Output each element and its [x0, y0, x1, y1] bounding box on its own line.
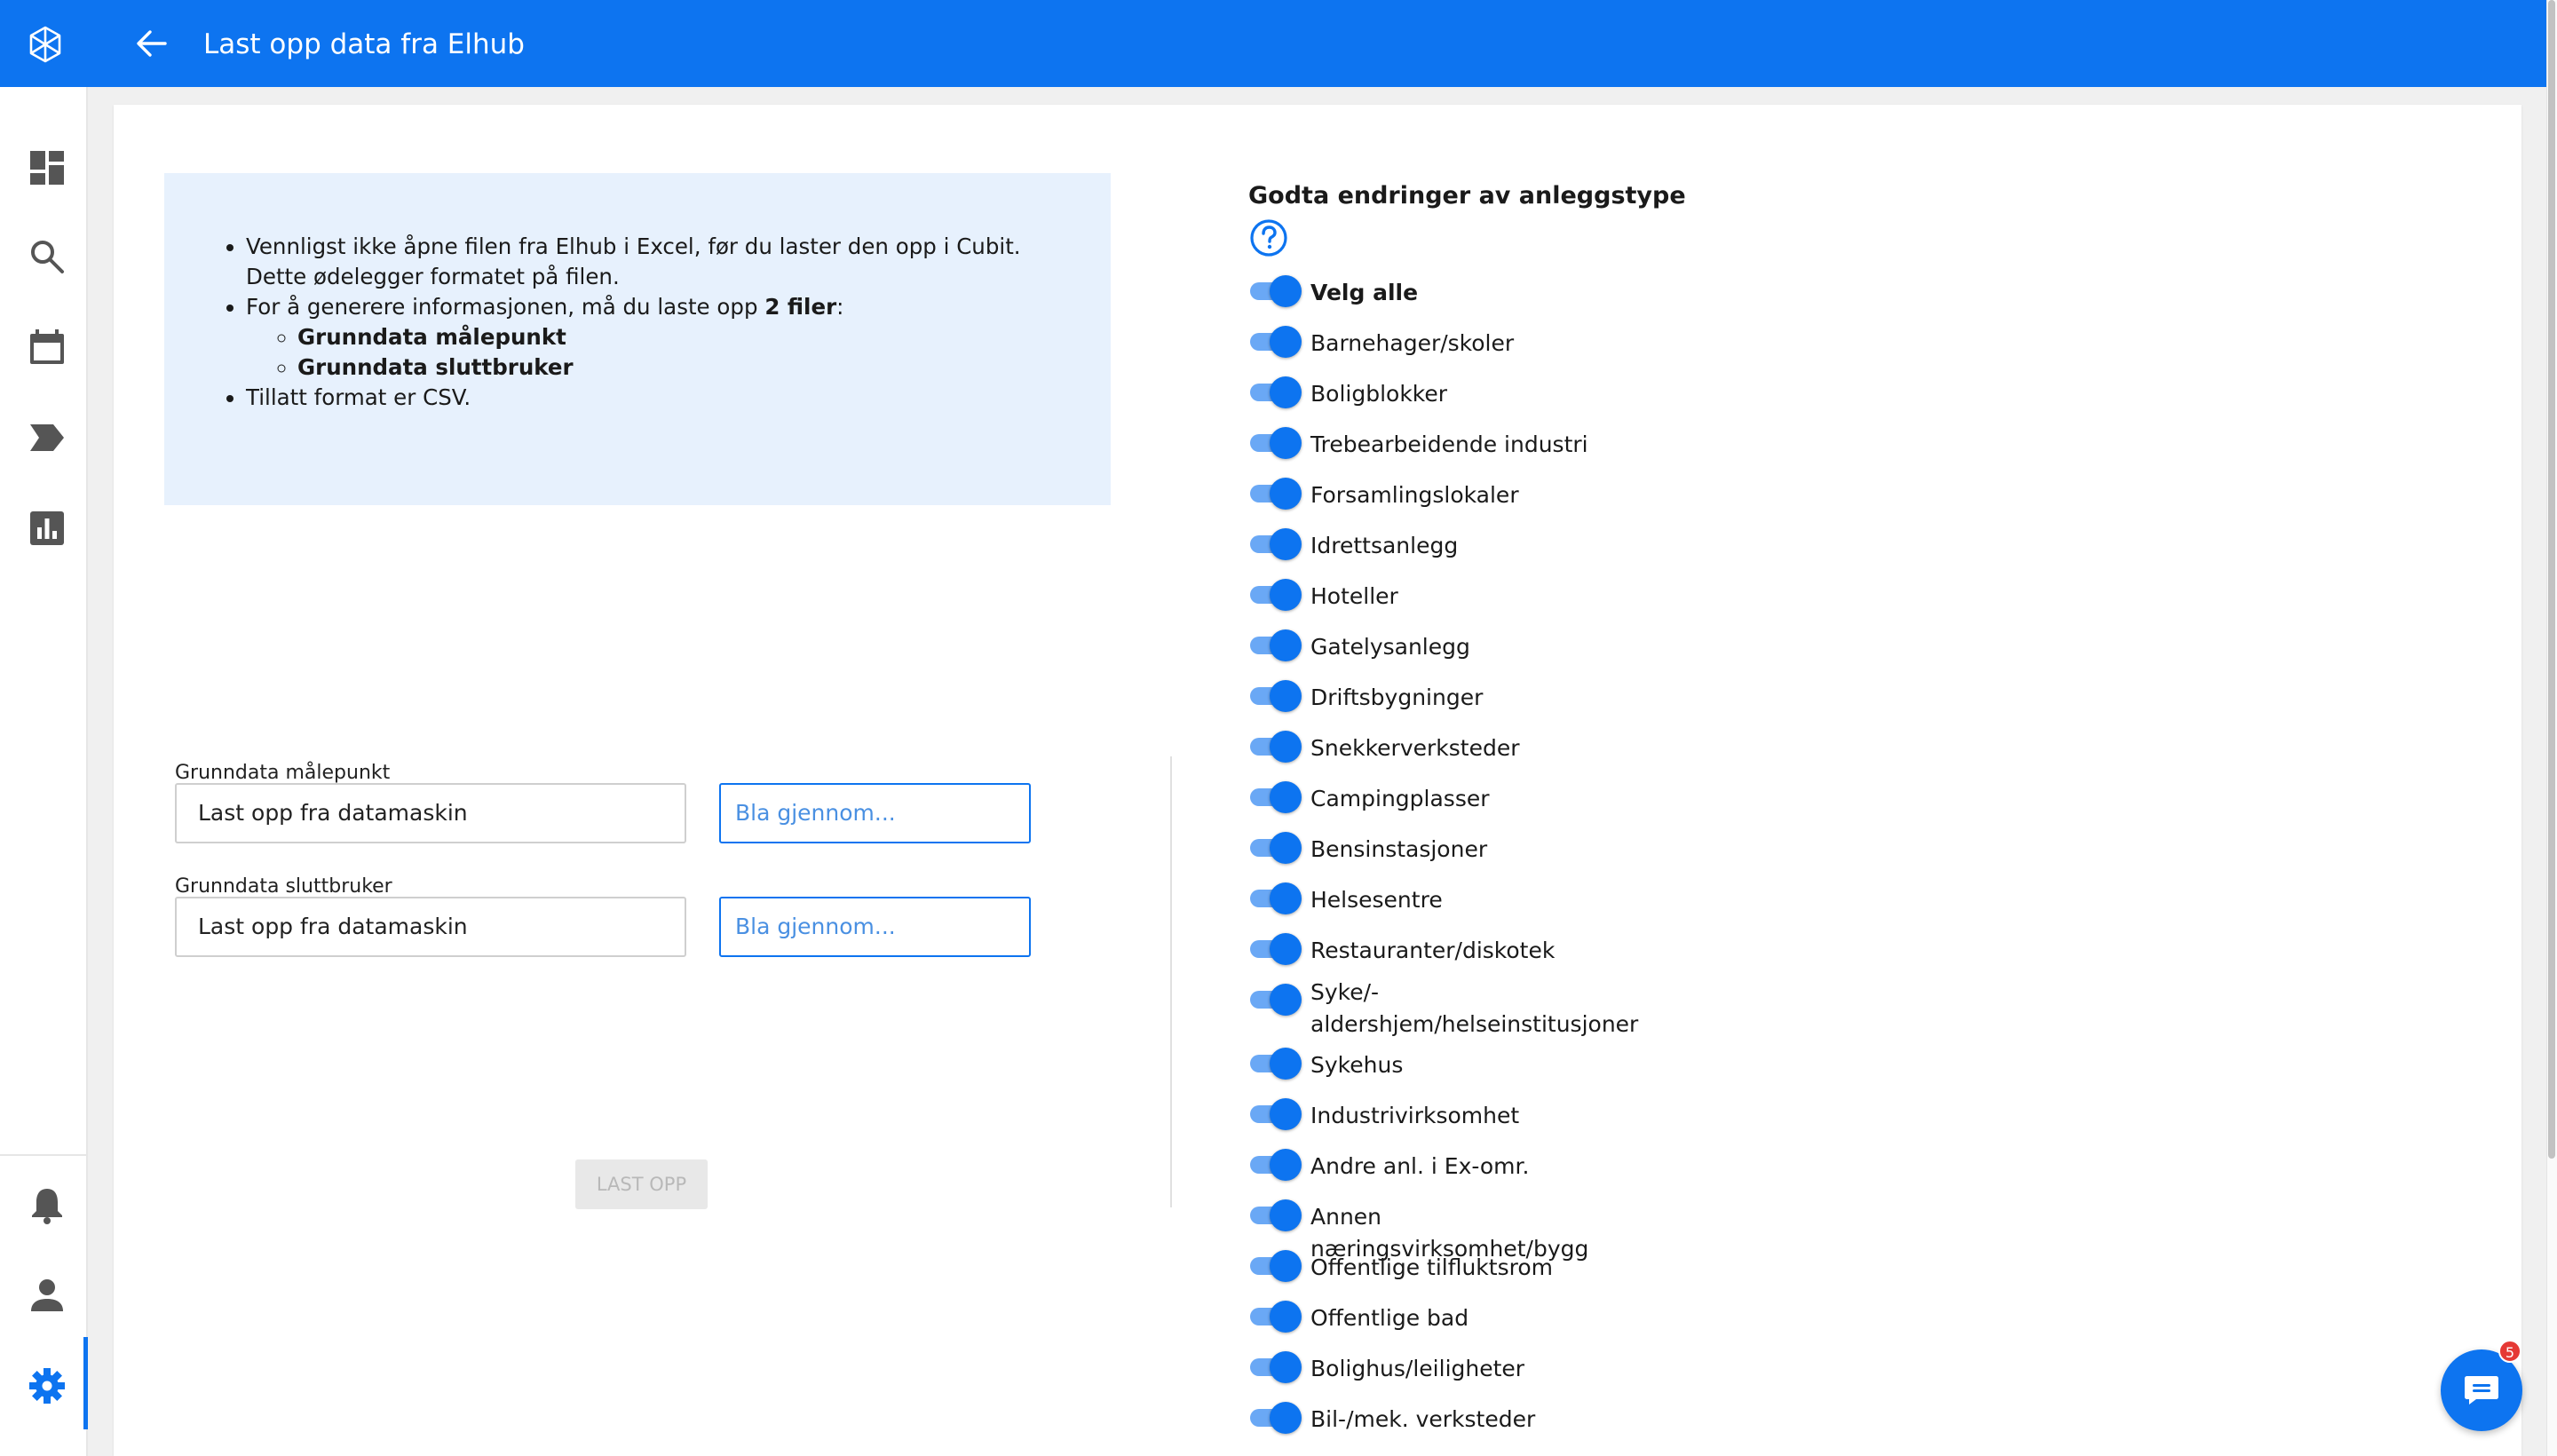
toggle-switch[interactable] — [1248, 1046, 1302, 1081]
info-bullet-files: For å generere informasjonen, må du last… — [246, 292, 1045, 383]
chat-badge: 5 — [2498, 1340, 2521, 1363]
toggle-switch[interactable] — [1248, 1299, 1302, 1334]
toggle-switch[interactable] — [1248, 1400, 1302, 1436]
person-icon[interactable] — [27, 1275, 67, 1316]
tag-icon[interactable] — [27, 417, 67, 458]
toggle-label: Campingplasser — [1310, 786, 1490, 811]
app-header: Last opp data fra Elhub — [0, 0, 2546, 87]
column-divider — [1170, 756, 1172, 1207]
toggle-switch[interactable] — [1248, 1198, 1302, 1233]
toggle-label: Restauranter/diskotek — [1310, 938, 1556, 963]
toggle-label-select-all: Velg alle — [1310, 280, 1419, 305]
info-file-sluttbruker: Grunndata sluttbruker — [297, 352, 1045, 383]
toggle-label: Trebearbeidende industri — [1310, 431, 1588, 457]
toggle-switch[interactable] — [1248, 881, 1302, 916]
upload-button[interactable]: LAST OPP — [575, 1159, 708, 1209]
approvals-title: Godta endringer av anleggstype — [1248, 182, 1686, 210]
sidebar — [0, 87, 88, 1456]
toggle-label: Offentlige bad — [1310, 1305, 1469, 1331]
toggle-label: Gatelysanlegg — [1310, 634, 1470, 660]
toggle-label: Forsamlingslokaler — [1310, 482, 1519, 508]
toggle-switch[interactable] — [1248, 1349, 1302, 1385]
toggle-switch[interactable] — [1248, 830, 1302, 866]
info-box: Vennligst ikke åpne filen fra Elhub i Ex… — [164, 173, 1111, 505]
upload-label-sluttbruker: Grunndata sluttbruker — [175, 875, 392, 898]
file-input-sluttbruker[interactable]: Last opp fra datamaskin — [175, 897, 686, 957]
info-list: Vennligst ikke åpne filen fra Elhub i Ex… — [246, 232, 1045, 413]
toggle-label: Hoteller — [1310, 583, 1398, 609]
bar-chart-icon[interactable] — [27, 508, 67, 549]
toggle-label: Idrettsanlegg — [1310, 533, 1459, 558]
toggle-switch[interactable] — [1248, 1096, 1302, 1132]
toggle-label: Syke/- aldershjem/helseinstitusjoner — [1310, 979, 1639, 1037]
file-input-malepunkt[interactable]: Last opp fra datamaskin — [175, 783, 686, 843]
toggle-switch[interactable] — [1248, 375, 1302, 410]
bell-icon[interactable] — [27, 1184, 67, 1225]
toggle-switch[interactable] — [1248, 577, 1302, 613]
arrow-back-icon[interactable] — [133, 25, 170, 62]
browse-button-malepunkt[interactable]: Bla gjennom... — [719, 783, 1031, 843]
info-file-list: Grunndata målepunkt Grunndata sluttbruke… — [297, 322, 1045, 383]
chat-icon — [2465, 1376, 2498, 1405]
toggle-switch[interactable] — [1248, 628, 1302, 663]
gear-icon[interactable] — [27, 1365, 67, 1406]
page-title: Last opp data fra Elhub — [203, 28, 525, 60]
toggle-label: Snekkerverksteder — [1310, 735, 1520, 761]
info-file-malepunkt: Grunndata målepunkt — [297, 322, 1045, 352]
help-circle-icon[interactable] — [1248, 218, 1289, 258]
toggle-switch[interactable] — [1248, 779, 1302, 815]
toggle-label: Andre anl. i Ex-omr. — [1310, 1153, 1530, 1179]
toggle-label: Industrivirksomhet — [1310, 1103, 1520, 1128]
toggle-switch[interactable] — [1248, 982, 1302, 1017]
active-indicator — [83, 1337, 88, 1429]
toggle-label: Bil-/mek. verksteder — [1310, 1406, 1536, 1432]
toggle-label: Bolighus/leiligheter — [1310, 1356, 1525, 1381]
toggle-switch[interactable] — [1248, 729, 1302, 764]
cubit-logo-icon[interactable] — [25, 24, 66, 65]
toggle-label: Bensinstasjoner — [1310, 836, 1488, 862]
upload-label-malepunkt: Grunndata målepunkt — [175, 762, 391, 784]
toggle-switch[interactable] — [1248, 1147, 1302, 1183]
dashboard-icon[interactable] — [27, 147, 67, 188]
toggle-label: Sykehus — [1310, 1052, 1404, 1078]
toggle-switch[interactable] — [1248, 931, 1302, 967]
sidebar-divider — [0, 1154, 88, 1156]
toggle-label: Helsesentre — [1310, 887, 1443, 913]
toggle-switch-select-all[interactable] — [1248, 273, 1302, 309]
toggle-switch[interactable] — [1248, 678, 1302, 714]
toggle-label: Barnehager/skoler — [1310, 330, 1515, 356]
toggle-label: Offentlige tilfluktsrom — [1310, 1254, 1553, 1280]
calendar-icon[interactable] — [27, 327, 67, 368]
info-bullet-excel: Vennligst ikke åpne filen fra Elhub i Ex… — [246, 232, 1045, 292]
toggle-switch[interactable] — [1248, 476, 1302, 511]
toggle-label: Driftsbygninger — [1310, 684, 1484, 710]
search-icon[interactable] — [27, 236, 67, 277]
browse-button-sluttbruker[interactable]: Bla gjennom... — [719, 897, 1031, 957]
toggle-label: Boligblokker — [1310, 381, 1448, 407]
toggle-switch[interactable] — [1248, 324, 1302, 360]
info-bullet-format: Tillatt format er CSV. — [246, 383, 1045, 413]
toggle-switch[interactable] — [1248, 425, 1302, 461]
scrollbar-thumb[interactable] — [2548, 0, 2555, 1159]
toggle-switch[interactable] — [1248, 1248, 1302, 1284]
toggle-switch[interactable] — [1248, 526, 1302, 562]
